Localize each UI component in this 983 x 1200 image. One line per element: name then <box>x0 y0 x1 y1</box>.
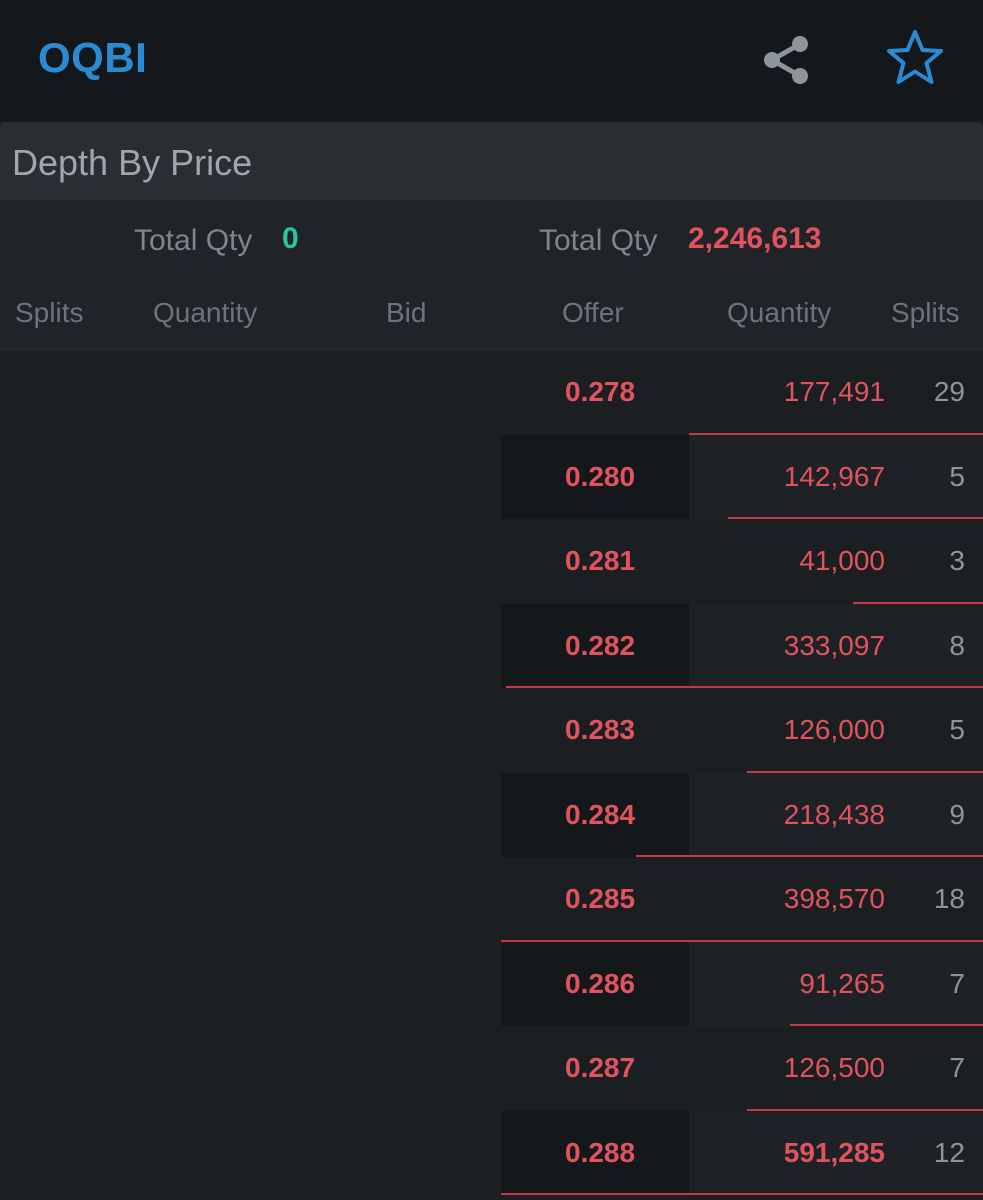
offer-quantity-cell: 126,500 7 <box>689 1026 983 1111</box>
offer-row[interactable]: 0.281 41,000 3 <box>501 519 983 604</box>
offer-header: Offer <box>562 297 624 328</box>
offer-splits: 8 <box>949 629 965 661</box>
offer-price: 0.278 <box>565 376 636 407</box>
bid-quantity-header: Quantity <box>153 297 258 328</box>
offer-quantity-cell: 398,570 18 <box>689 857 983 942</box>
offer-price: 0.285 <box>565 883 636 914</box>
offer-row[interactable]: 0.282 333,097 8 <box>501 603 983 688</box>
offer-price: 0.284 <box>565 798 636 830</box>
offer-quantity: 177,491 <box>783 376 885 407</box>
offer-quantity: 333,097 <box>783 629 885 661</box>
offer-quantity-cell: 41,000 3 <box>689 519 983 604</box>
offer-price-cell: 0.280 <box>501 434 689 519</box>
offer-row[interactable]: 0.285 398,570 18 <box>501 857 983 942</box>
bid-header: Bid <box>386 297 427 328</box>
offer-quantity-cell: 91,265 7 <box>689 941 983 1026</box>
offer-quantity-cell: 142,967 5 <box>689 434 983 519</box>
offer-price: 0.283 <box>565 714 636 745</box>
offer-splits: 5 <box>949 714 965 745</box>
offer-row[interactable]: 0.284 218,438 9 <box>501 772 983 857</box>
offer-quantity-cell: 591,285 12 <box>689 1110 983 1195</box>
bid-total-value: 0 <box>282 222 299 255</box>
offer-price: 0.288 <box>565 1136 636 1168</box>
offer-price-cell: 0.288 <box>501 1110 689 1195</box>
offer-row[interactable]: 0.286 91,265 7 <box>501 941 983 1026</box>
offer-row[interactable]: 0.283 126,000 5 <box>501 688 983 773</box>
offer-row[interactable]: 0.288 591,285 12 <box>501 1110 983 1195</box>
offer-row[interactable]: 0.278 177,491 29 <box>501 350 983 435</box>
offer-quantity: 91,265 <box>799 967 885 999</box>
offer-total-label: Total Qty <box>539 224 658 257</box>
offer-list: 0.278 177,491 29 0.280 142,967 5 0.281 41,000 3 0… <box>501 350 983 1200</box>
section-title: Depth By Price <box>12 142 253 183</box>
offer-splits: 18 <box>933 883 965 914</box>
offer-splits-header: Splits <box>891 297 960 328</box>
offer-total-value: 2,246,613 <box>688 222 822 255</box>
share-icon[interactable] <box>758 30 818 90</box>
offer-splits: 7 <box>949 967 965 999</box>
offer-price: 0.286 <box>565 967 636 999</box>
star-outline-icon[interactable] <box>884 28 946 90</box>
bid-list-empty <box>0 350 500 1200</box>
totals-bar: Total Qty 0 Total Qty 2,246,613 <box>0 200 983 277</box>
offer-row[interactable]: 0.280 142,967 5 <box>501 434 983 519</box>
offer-splits: 9 <box>949 798 965 830</box>
bid-total-label: Total Qty <box>134 224 253 257</box>
offer-splits: 7 <box>949 1052 965 1083</box>
offer-quantity-cell: 218,438 9 <box>689 772 983 857</box>
app-header: OQBI <box>0 0 983 122</box>
symbol-title: OQBI <box>38 34 148 81</box>
offer-quantity: 142,967 <box>783 460 885 492</box>
offer-price: 0.281 <box>565 545 636 576</box>
offer-splits: 29 <box>933 376 965 407</box>
offer-quantity: 126,500 <box>783 1052 885 1083</box>
offer-quantity: 218,438 <box>783 798 885 830</box>
offer-splits: 5 <box>949 460 965 492</box>
offer-quantity-header: Quantity <box>727 297 832 328</box>
depth-bar <box>501 1193 983 1195</box>
bid-splits-header: Splits <box>15 297 84 328</box>
offer-splits: 12 <box>933 1136 965 1168</box>
offer-price-cell: 0.283 <box>501 688 689 773</box>
offer-row[interactable]: 0.287 126,500 7 <box>501 1026 983 1111</box>
offer-price: 0.287 <box>565 1052 636 1083</box>
offer-price: 0.280 <box>565 460 636 492</box>
offer-price-cell: 0.282 <box>501 603 689 688</box>
offer-quantity: 126,000 <box>783 714 885 745</box>
offer-quantity-cell: 126,000 5 <box>689 688 983 773</box>
offer-quantity: 591,285 <box>783 1136 885 1168</box>
offer-quantity-cell: 177,491 29 <box>689 350 983 435</box>
offer-price-cell: 0.285 <box>501 857 689 942</box>
offer-splits: 3 <box>949 545 965 576</box>
offer-price-cell: 0.286 <box>501 941 689 1026</box>
offer-quantity-cell: 333,097 8 <box>689 603 983 688</box>
column-headers: Splits Quantity Bid Offer Quantity Split… <box>0 277 983 350</box>
offer-quantity: 398,570 <box>783 883 885 914</box>
offer-price-cell: 0.281 <box>501 519 689 604</box>
offer-price-cell: 0.287 <box>501 1026 689 1111</box>
offer-quantity: 41,000 <box>799 545 885 576</box>
offer-price-cell: 0.278 <box>501 350 689 435</box>
offer-price-cell: 0.284 <box>501 772 689 857</box>
offer-price: 0.282 <box>565 629 636 661</box>
depth-section-header: Depth By Price <box>0 122 983 200</box>
